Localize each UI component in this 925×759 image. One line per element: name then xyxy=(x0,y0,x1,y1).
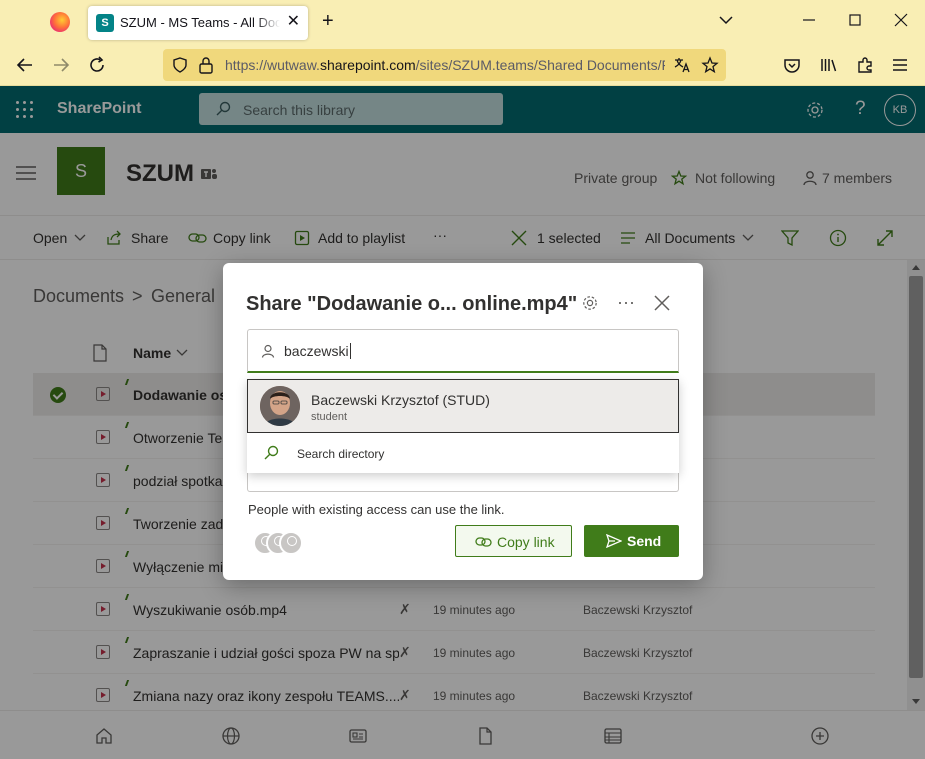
sharepoint-favicon-icon: S xyxy=(96,14,114,32)
minimize-icon[interactable] xyxy=(802,12,816,28)
firefox-icon[interactable] xyxy=(50,12,70,32)
browser-tab-bar: S SZUM - MS Teams - All Documents ✕ + xyxy=(0,0,925,44)
pocket-icon[interactable] xyxy=(781,54,803,76)
bookmark-star-icon[interactable] xyxy=(701,56,719,74)
library-icon[interactable] xyxy=(818,54,840,76)
people-suggestions-dropdown: Baczewski Krzysztof (STUD) student Searc… xyxy=(247,379,679,473)
shield-icon[interactable] xyxy=(171,56,189,74)
person-photo xyxy=(260,386,300,426)
new-tab-icon[interactable]: + xyxy=(322,11,334,31)
suggestion-person[interactable]: Baczewski Krzysztof (STUD) student xyxy=(247,379,679,433)
browser-tab-active[interactable]: S SZUM - MS Teams - All Documents ✕ xyxy=(88,6,308,40)
back-arrow-icon[interactable] xyxy=(14,54,36,76)
extensions-icon[interactable] xyxy=(854,54,876,76)
share-dialog: Share "Dodawanie o... online.mp4" ··· ba… xyxy=(223,263,703,580)
suggestion-subtitle: student xyxy=(311,411,348,423)
send-label: Send xyxy=(627,533,662,549)
copy-link-label: Copy link xyxy=(497,534,555,550)
browser-nav-bar: https://wutwaw.sharepoint.com/sites/SZUM… xyxy=(0,44,925,86)
chevron-down-icon[interactable] xyxy=(718,12,734,28)
link-settings-gear-icon[interactable] xyxy=(581,294,601,314)
close-window-icon[interactable] xyxy=(893,12,909,28)
person-icon xyxy=(261,344,275,358)
menu-hamburger-icon[interactable] xyxy=(889,54,911,76)
tab-title: SZUM - MS Teams - All Documents xyxy=(120,15,280,30)
send-button[interactable]: Send xyxy=(584,525,679,557)
close-icon[interactable] xyxy=(653,294,673,314)
url-text: https://wutwaw.sharepoint.com/sites/SZUM… xyxy=(225,57,665,73)
send-icon xyxy=(606,534,622,548)
search-icon xyxy=(263,445,279,461)
people-input-value[interactable]: baczewski xyxy=(284,343,351,359)
people-with-access-avatars[interactable] xyxy=(253,531,305,555)
maximize-icon[interactable] xyxy=(848,12,862,28)
link-icon xyxy=(475,535,493,549)
search-directory-item[interactable]: Search directory xyxy=(247,433,679,473)
reload-icon[interactable] xyxy=(86,54,108,76)
avatar xyxy=(279,531,303,555)
dialog-title: Share "Dodawanie o... online.mp4" xyxy=(246,293,578,315)
suggestion-name: Baczewski Krzysztof (STUD) xyxy=(311,392,490,408)
copy-link-button[interactable]: Copy link xyxy=(455,525,572,557)
search-directory-label: Search directory xyxy=(297,447,385,461)
address-bar[interactable]: https://wutwaw.sharepoint.com/sites/SZUM… xyxy=(163,49,726,81)
more-options-icon[interactable]: ··· xyxy=(616,292,636,312)
lock-icon[interactable] xyxy=(198,56,214,74)
close-tab-icon[interactable]: ✕ xyxy=(287,14,300,30)
people-picker-input[interactable]: baczewski xyxy=(247,329,679,373)
forward-arrow-icon[interactable] xyxy=(50,54,72,76)
access-note[interactable]: People with existing access can use the … xyxy=(248,502,505,517)
translate-icon[interactable] xyxy=(673,56,691,74)
